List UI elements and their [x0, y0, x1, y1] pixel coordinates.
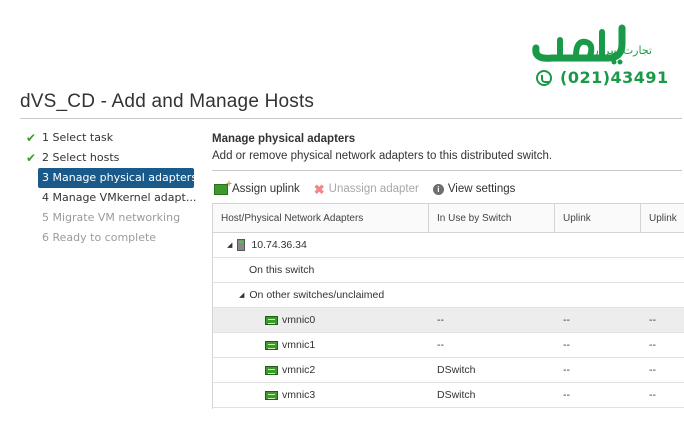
toolbar: Assign uplink ✖ Unassign adapter i View … — [214, 179, 516, 197]
uplink-value: -- — [563, 364, 570, 376]
uplink-value: -- — [563, 339, 570, 351]
group-row-this-switch[interactable]: On this switch — [213, 258, 684, 283]
step-select-hosts[interactable]: ✔ 2 Select hosts — [24, 148, 200, 168]
adapter-name: vmnic3 — [282, 389, 316, 401]
step-select-task[interactable]: ✔ 1 Select task — [24, 128, 200, 148]
adapters-table: Host/Physical Network Adapters In Use by… — [212, 203, 684, 409]
table-row[interactable]: vmnic3 DSwitch -- -- — [213, 383, 684, 408]
check-icon: ✔ — [26, 151, 37, 165]
network-adapter-icon — [265, 365, 278, 375]
in-use-value: -- — [437, 339, 444, 351]
uplink-2-value: -- — [649, 364, 656, 376]
pane-divider — [212, 170, 682, 171]
assign-uplink-icon — [214, 179, 232, 195]
host-name: 10.74.36.34 — [251, 239, 307, 251]
brand-logo-mark — [532, 24, 626, 65]
step-label: 4 Manage VMkernel adapt... — [42, 191, 197, 204]
uplink-2-value: -- — [649, 314, 656, 326]
uplink-value: -- — [563, 389, 570, 401]
group-label: On other switches/unclaimed — [249, 289, 385, 301]
title-divider — [20, 118, 682, 119]
logo-tagline: تجارت سرور — [593, 44, 652, 57]
brand-logo: تجارت سرور — [530, 18, 670, 66]
uplink-value: -- — [563, 314, 570, 326]
assign-uplink-button[interactable]: Assign uplink — [214, 179, 300, 195]
pane-title: Manage physical adapters — [212, 133, 356, 145]
unassign-adapter-button[interactable]: ✖ Unassign adapter — [313, 181, 419, 197]
uplink-2-value: -- — [649, 389, 656, 401]
check-icon: ✔ — [26, 131, 37, 145]
table-row[interactable]: vmnic2 DSwitch -- -- — [213, 358, 684, 383]
network-adapter-icon — [265, 390, 278, 400]
unassign-adapter-label: Unassign adapter — [328, 183, 419, 195]
table-header: Host/Physical Network Adapters In Use by… — [213, 204, 684, 233]
step-label: 2 Select hosts — [42, 151, 120, 164]
host-row[interactable]: ◢ 10.74.36.34 — [213, 233, 684, 258]
step-label: 6 Ready to complete — [42, 231, 157, 244]
collapse-triangle-icon[interactable]: ◢ — [227, 241, 232, 249]
info-icon: i — [432, 183, 444, 195]
step-label: 5 Migrate VM networking — [42, 211, 181, 224]
in-use-value: -- — [437, 314, 444, 326]
step-manage-physical-adapters[interactable]: 3 Manage physical adapters — [38, 168, 194, 188]
adapter-name: vmnic2 — [282, 364, 316, 376]
group-row-other-switches[interactable]: ◢ On other switches/unclaimed — [213, 283, 684, 308]
network-adapter-icon — [265, 315, 278, 325]
collapse-triangle-icon[interactable]: ◢ — [239, 291, 244, 299]
uplink-2-value: -- — [649, 339, 656, 351]
remove-icon: ✖ — [313, 181, 325, 197]
column-header-adapters[interactable]: Host/Physical Network Adapters — [213, 204, 429, 232]
step-ready-to-complete: 6 Ready to complete — [24, 228, 200, 248]
adapter-name: vmnic1 — [282, 339, 316, 351]
column-header-uplink-2[interactable]: Uplink — [641, 204, 684, 232]
column-header-in-use[interactable]: In Use by Switch — [429, 204, 555, 232]
phone-number: (021)43491 — [560, 68, 669, 87]
network-adapter-icon — [265, 340, 278, 350]
column-header-uplink[interactable]: Uplink — [555, 204, 641, 232]
step-label: 1 Select task — [42, 131, 114, 144]
step-migrate-vm-networking: 5 Migrate VM networking — [24, 208, 200, 228]
adapter-name: vmnic0 — [282, 314, 316, 326]
step-manage-vmkernel-adapters[interactable]: 4 Manage VMkernel adapt... — [24, 188, 200, 208]
in-use-value: DSwitch — [437, 389, 476, 401]
in-use-value: DSwitch — [437, 364, 476, 376]
pane-description: Add or remove physical network adapters … — [212, 150, 553, 162]
wizard-steps: ✔ 1 Select task ✔ 2 Select hosts 3 Manag… — [24, 128, 200, 248]
step-label: 3 Manage physical adapters — [42, 171, 194, 184]
table-row[interactable]: vmnic1 -- -- -- — [213, 333, 684, 358]
host-icon — [237, 239, 246, 251]
assign-uplink-label: Assign uplink — [232, 183, 300, 195]
phone-contact: (021)43491 — [536, 68, 669, 87]
group-label: On this switch — [249, 264, 315, 276]
view-settings-button[interactable]: i View settings — [432, 183, 516, 195]
page-title: dVS_CD - Add and Manage Hosts — [20, 91, 315, 112]
view-settings-label: View settings — [447, 183, 516, 195]
table-row[interactable]: vmnic0 -- -- -- — [213, 308, 684, 333]
phone-icon — [536, 69, 552, 86]
